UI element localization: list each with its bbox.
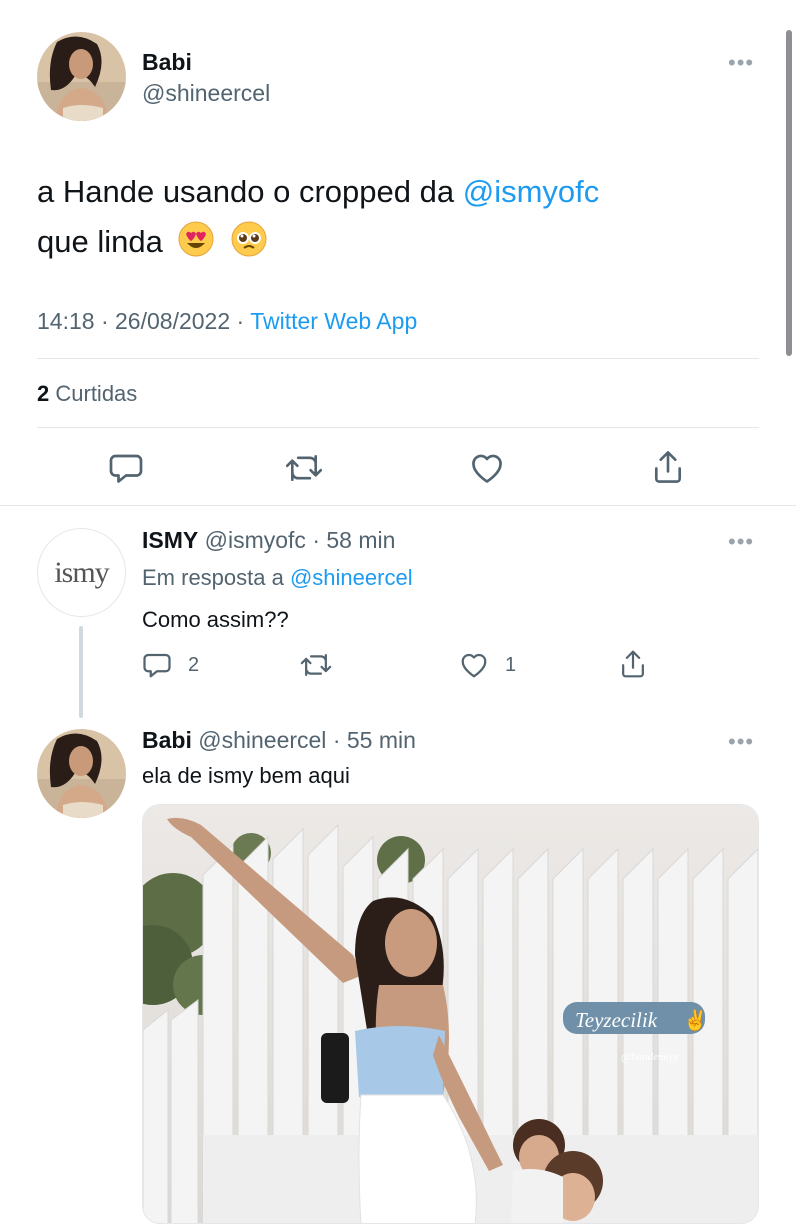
tweet-source-link[interactable]: Twitter Web App: [250, 308, 417, 334]
like-icon: [461, 653, 487, 678]
reply-text: ela de ismy bem aqui: [142, 763, 350, 788]
reply-icon: [143, 653, 171, 678]
share-button[interactable]: [618, 648, 648, 680]
share-icon: [654, 451, 682, 483]
share-button[interactable]: [650, 448, 686, 486]
tweet-text-part: a Hande usando o cropped da: [37, 174, 463, 209]
reply-text: Como assim??: [142, 607, 289, 632]
like-count: 1: [505, 653, 517, 676]
avatar[interactable]: ismy: [37, 528, 126, 617]
reply-button[interactable]: 2: [142, 650, 199, 680]
author-handle[interactable]: @ismyofc: [205, 527, 306, 553]
retweet-button[interactable]: [300, 650, 332, 680]
author-handle[interactable]: @shineercel: [198, 727, 326, 753]
author-name[interactable]: Babi: [142, 727, 192, 753]
pleading-face-emoji-icon: [231, 221, 267, 257]
more-icon[interactable]: •••: [728, 531, 754, 553]
divider: [37, 427, 759, 428]
meta-separator: ·: [236, 308, 245, 334]
meta-separator: ·: [100, 308, 109, 334]
reply-time[interactable]: 55 min: [347, 727, 416, 753]
likes-stat[interactable]: 2 Curtidas: [37, 381, 137, 407]
reply-to-label: Em resposta a: [142, 565, 284, 590]
heart-eyes-emoji-icon: [178, 221, 214, 257]
like-icon: [472, 454, 502, 483]
mention-link[interactable]: @ismyofc: [463, 174, 600, 209]
avatar[interactable]: [37, 32, 126, 121]
like-button[interactable]: [469, 450, 505, 486]
photo-image: Teyzecilik ✌ @handemiyy: [143, 805, 758, 1223]
meta-separator: ·: [312, 527, 320, 553]
reply-header: Babi @shineercel · 55 min: [142, 727, 416, 754]
meta-separator: ·: [332, 727, 341, 753]
more-icon[interactable]: •••: [728, 52, 754, 74]
more-icon[interactable]: •••: [728, 731, 754, 753]
tweet-time: 14:18: [37, 308, 95, 334]
reply-button[interactable]: [108, 450, 144, 486]
photo-tag: @handemiyy: [621, 1051, 679, 1063]
photo-caption: Teyzecilik: [575, 1008, 658, 1032]
author-handle[interactable]: @shineercel: [142, 80, 270, 107]
victory-hand-icon: ✌: [683, 1008, 708, 1032]
reply-header: ISMY @ismyofc · 58 min: [142, 527, 395, 554]
share-icon: [622, 650, 644, 678]
likes-count: 2: [37, 381, 50, 406]
reply-icon: [109, 454, 143, 483]
divider: [37, 358, 759, 359]
reply-to-handle[interactable]: @shineercel: [290, 565, 413, 590]
attached-photo[interactable]: Teyzecilik ✌ @handemiyy: [142, 804, 759, 1224]
likes-label: Curtidas: [55, 381, 138, 406]
reply-count: 2: [188, 653, 200, 676]
retweet-icon: [300, 654, 332, 676]
tweet-date: 26/08/2022: [115, 308, 231, 334]
avatar[interactable]: [37, 729, 126, 818]
tweet-text: a Hande usando o cropped da @ismyofc que…: [37, 167, 599, 267]
author-name[interactable]: Babi: [142, 49, 192, 76]
reply-to-line: Em resposta a @shineercel: [142, 565, 413, 591]
retweet-button[interactable]: [285, 450, 323, 486]
scrollbar[interactable]: [786, 30, 792, 356]
retweet-icon: [285, 454, 323, 482]
reply-time[interactable]: 58 min: [326, 527, 395, 553]
tweet-text-line2: que linda: [37, 224, 163, 259]
ismy-logo: ismy: [54, 555, 109, 589]
like-button[interactable]: 1: [459, 650, 516, 680]
tweet-meta: 14:18 · 26/08/2022 · Twitter Web App: [37, 308, 417, 335]
author-name[interactable]: ISMY: [142, 527, 198, 553]
thread-line: [79, 626, 83, 718]
divider: [0, 505, 796, 506]
